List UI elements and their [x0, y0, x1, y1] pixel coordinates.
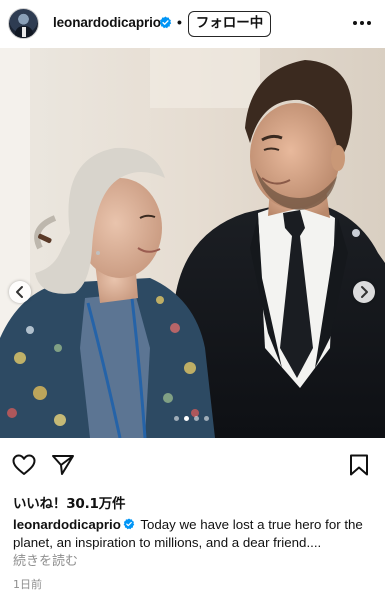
chevron-left-icon [16, 286, 23, 298]
separator-dot: • [177, 14, 182, 30]
verified-badge-icon [159, 16, 172, 29]
carousel-indicator [174, 416, 209, 422]
carousel-next-button[interactable] [353, 281, 375, 303]
carousel-dot [174, 416, 179, 421]
avatar-shirt [22, 27, 26, 37]
chevron-right-icon [361, 286, 368, 298]
post-timestamp: 1日前 [13, 578, 42, 590]
avatar[interactable] [8, 8, 39, 39]
carousel-dot-active [184, 416, 189, 421]
carousel-dot [204, 416, 209, 421]
post-photo[interactable] [0, 48, 385, 438]
verified-badge-icon [123, 518, 135, 530]
caption: leonardodicaprio Today we have lost a tr… [13, 516, 375, 552]
paper-plane-icon[interactable] [50, 452, 76, 478]
bookmark-icon[interactable] [346, 452, 372, 478]
carousel-prev-button[interactable] [9, 281, 31, 303]
like-count[interactable]: いいね！30.1万件 [13, 492, 126, 512]
heart-icon[interactable] [11, 452, 37, 478]
more-horizontal-icon[interactable] [351, 12, 373, 34]
read-more-link[interactable]: 続きを読む [13, 550, 78, 569]
carousel-dot [194, 416, 199, 421]
username-link[interactable]: leonardodicaprio [53, 15, 161, 30]
photo-illustration [0, 48, 385, 438]
caption-username[interactable]: leonardodicaprio [13, 517, 121, 532]
post-header: leonardodicaprio • フォロー中 [0, 0, 385, 48]
following-button[interactable]: フォロー中 [188, 11, 271, 37]
